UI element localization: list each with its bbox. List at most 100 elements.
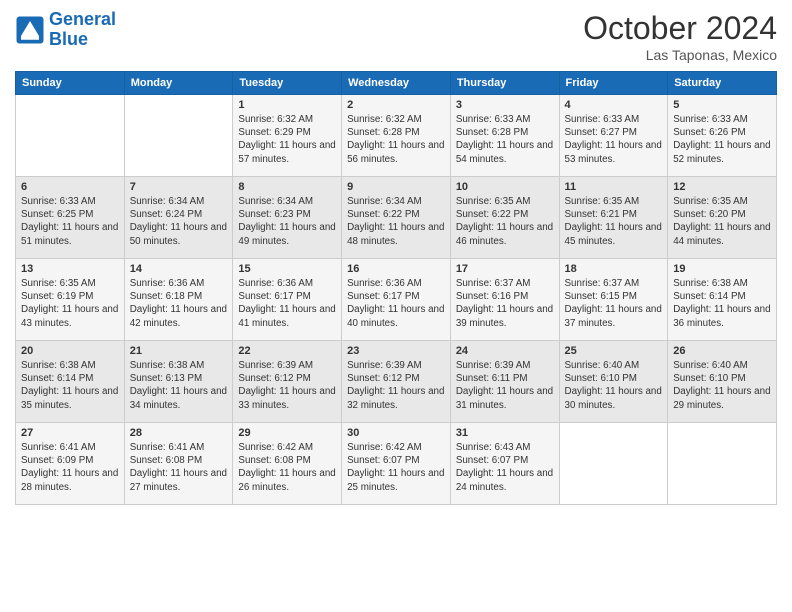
calendar-cell: 3 Sunrise: 6:33 AM Sunset: 6:28 PM Daylig…: [450, 95, 559, 177]
calendar-cell: 1 Sunrise: 6:32 AM Sunset: 6:29 PM Daylig…: [233, 95, 342, 177]
calendar-cell: 30 Sunrise: 6:42 AM Sunset: 6:07 PM Dayli…: [342, 423, 451, 505]
calendar-cell: 22Sunrise: 6:39 AM Sunset: 6:12 PM Dayli…: [233, 341, 342, 423]
calendar-cell: 28 Sunrise: 6:41 AM Sunset: 6:08 PM Dayli…: [124, 423, 233, 505]
month-title: October 2024: [583, 10, 777, 47]
calendar-week-row: 1 Sunrise: 6:32 AM Sunset: 6:29 PM Daylig…: [16, 95, 777, 177]
calendar-cell: 13Sunrise: 6:35 AM Sunset: 6:19 PM Dayli…: [16, 259, 125, 341]
weekday-header-saturday: Saturday: [668, 72, 777, 95]
day-info: Sunrise: 6:34 AM Sunset: 6:23 PM Dayligh…: [238, 195, 336, 248]
logo-general: General: [49, 9, 116, 29]
day-number: 14: [130, 263, 228, 275]
day-info: Sunrise: 6:39 AM Sunset: 6:12 PM Dayligh…: [347, 359, 445, 412]
calendar-cell: 15 Sunrise: 6:36 AM Sunset: 6:17 PM Dayli…: [233, 259, 342, 341]
day-number: 29: [238, 427, 336, 439]
day-info: Sunrise: 6:36 AM Sunset: 6:17 PM Dayligh…: [347, 277, 445, 330]
calendar-cell: [559, 423, 668, 505]
day-info: Sunrise: 6:32 AM Sunset: 6:28 PM Dayligh…: [347, 113, 445, 166]
day-number: 3: [456, 99, 554, 111]
calendar-cell: 2 Sunrise: 6:32 AM Sunset: 6:28 PM Daylig…: [342, 95, 451, 177]
day-number: 28: [130, 427, 228, 439]
day-number: 9: [347, 181, 445, 193]
calendar-cell: 25Sunrise: 6:40 AM Sunset: 6:10 PM Dayli…: [559, 341, 668, 423]
weekday-header-row: SundayMondayTuesdayWednesdayThursdayFrid…: [16, 72, 777, 95]
weekday-header-monday: Monday: [124, 72, 233, 95]
day-number: 25: [565, 345, 663, 357]
day-info: Sunrise: 6:38 AM Sunset: 6:14 PM Dayligh…: [673, 277, 771, 330]
calendar-cell: [668, 423, 777, 505]
day-number: 4: [565, 99, 663, 111]
day-info: Sunrise: 6:37 AM Sunset: 6:16 PM Dayligh…: [456, 277, 554, 330]
day-info: Sunrise: 6:35 AM Sunset: 6:22 PM Dayligh…: [456, 195, 554, 248]
day-info: Sunrise: 6:39 AM Sunset: 6:11 PM Dayligh…: [456, 359, 554, 412]
location-text: Las Taponas, Mexico: [583, 47, 777, 63]
calendar-cell: 14Sunrise: 6:36 AM Sunset: 6:18 PM Dayli…: [124, 259, 233, 341]
day-number: 10: [456, 181, 554, 193]
day-info: Sunrise: 6:35 AM Sunset: 6:21 PM Dayligh…: [565, 195, 663, 248]
weekday-header-thursday: Thursday: [450, 72, 559, 95]
day-number: 2: [347, 99, 445, 111]
calendar-cell: 26 Sunrise: 6:40 AM Sunset: 6:10 PM Dayli…: [668, 341, 777, 423]
calendar-page: General Blue October 2024 Las Taponas, M…: [0, 0, 792, 612]
day-info: Sunrise: 6:40 AM Sunset: 6:10 PM Dayligh…: [673, 359, 771, 412]
day-info: Sunrise: 6:38 AM Sunset: 6:14 PM Dayligh…: [21, 359, 119, 412]
calendar-cell: 21Sunrise: 6:38 AM Sunset: 6:13 PM Dayli…: [124, 341, 233, 423]
calendar-cell: 23Sunrise: 6:39 AM Sunset: 6:12 PM Dayli…: [342, 341, 451, 423]
calendar-cell: [124, 95, 233, 177]
calendar-cell: 18Sunrise: 6:37 AM Sunset: 6:15 PM Dayli…: [559, 259, 668, 341]
weekday-header-sunday: Sunday: [16, 72, 125, 95]
calendar-cell: 19 Sunrise: 6:38 AM Sunset: 6:14 PM Dayli…: [668, 259, 777, 341]
calendar-cell: 31 Sunrise: 6:43 AM Sunset: 6:07 PM Dayli…: [450, 423, 559, 505]
calendar-cell: 7Sunrise: 6:34 AM Sunset: 6:24 PM Daylig…: [124, 177, 233, 259]
calendar-cell: 17Sunrise: 6:37 AM Sunset: 6:16 PM Dayli…: [450, 259, 559, 341]
day-info: Sunrise: 6:41 AM Sunset: 6:08 PM Dayligh…: [130, 441, 228, 494]
calendar-week-row: 27Sunrise: 6:41 AM Sunset: 6:09 PM Dayli…: [16, 423, 777, 505]
page-header: General Blue October 2024 Las Taponas, M…: [15, 10, 777, 63]
day-number: 16: [347, 263, 445, 275]
day-number: 24: [456, 345, 554, 357]
calendar-cell: 16 Sunrise: 6:36 AM Sunset: 6:17 PM Dayli…: [342, 259, 451, 341]
day-number: 11: [565, 181, 663, 193]
calendar-cell: 24 Sunrise: 6:39 AM Sunset: 6:11 PM Dayli…: [450, 341, 559, 423]
calendar-week-row: 6 Sunrise: 6:33 AM Sunset: 6:25 PM Daylig…: [16, 177, 777, 259]
day-number: 1: [238, 99, 336, 111]
calendar-cell: 4Sunrise: 6:33 AM Sunset: 6:27 PM Daylig…: [559, 95, 668, 177]
calendar-table: SundayMondayTuesdayWednesdayThursdayFrid…: [15, 71, 777, 505]
day-number: 31: [456, 427, 554, 439]
day-info: Sunrise: 6:42 AM Sunset: 6:08 PM Dayligh…: [238, 441, 336, 494]
day-number: 15: [238, 263, 336, 275]
day-info: Sunrise: 6:39 AM Sunset: 6:12 PM Dayligh…: [238, 359, 336, 412]
day-number: 6: [21, 181, 119, 193]
day-number: 26: [673, 345, 771, 357]
day-number: 21: [130, 345, 228, 357]
calendar-cell: 9 Sunrise: 6:34 AM Sunset: 6:22 PM Daylig…: [342, 177, 451, 259]
weekday-header-friday: Friday: [559, 72, 668, 95]
day-info: Sunrise: 6:33 AM Sunset: 6:28 PM Dayligh…: [456, 113, 554, 166]
weekday-header-wednesday: Wednesday: [342, 72, 451, 95]
calendar-cell: [16, 95, 125, 177]
day-info: Sunrise: 6:36 AM Sunset: 6:17 PM Dayligh…: [238, 277, 336, 330]
calendar-cell: 29 Sunrise: 6:42 AM Sunset: 6:08 PM Dayli…: [233, 423, 342, 505]
calendar-cell: 8Sunrise: 6:34 AM Sunset: 6:23 PM Daylig…: [233, 177, 342, 259]
day-number: 20: [21, 345, 119, 357]
calendar-body: 1 Sunrise: 6:32 AM Sunset: 6:29 PM Daylig…: [16, 95, 777, 505]
calendar-cell: 6 Sunrise: 6:33 AM Sunset: 6:25 PM Daylig…: [16, 177, 125, 259]
day-info: Sunrise: 6:32 AM Sunset: 6:29 PM Dayligh…: [238, 113, 336, 166]
logo-icon: [15, 15, 45, 45]
day-number: 12: [673, 181, 771, 193]
title-block: October 2024 Las Taponas, Mexico: [583, 10, 777, 63]
day-info: Sunrise: 6:34 AM Sunset: 6:22 PM Dayligh…: [347, 195, 445, 248]
calendar-cell: 10 Sunrise: 6:35 AM Sunset: 6:22 PM Dayli…: [450, 177, 559, 259]
day-info: Sunrise: 6:35 AM Sunset: 6:20 PM Dayligh…: [673, 195, 771, 248]
day-info: Sunrise: 6:33 AM Sunset: 6:25 PM Dayligh…: [21, 195, 119, 248]
day-info: Sunrise: 6:37 AM Sunset: 6:15 PM Dayligh…: [565, 277, 663, 330]
day-number: 30: [347, 427, 445, 439]
day-info: Sunrise: 6:42 AM Sunset: 6:07 PM Dayligh…: [347, 441, 445, 494]
day-info: Sunrise: 6:43 AM Sunset: 6:07 PM Dayligh…: [456, 441, 554, 494]
day-number: 13: [21, 263, 119, 275]
day-number: 27: [21, 427, 119, 439]
calendar-cell: 27Sunrise: 6:41 AM Sunset: 6:09 PM Dayli…: [16, 423, 125, 505]
day-number: 5: [673, 99, 771, 111]
day-info: Sunrise: 6:33 AM Sunset: 6:26 PM Dayligh…: [673, 113, 771, 166]
weekday-header-tuesday: Tuesday: [233, 72, 342, 95]
day-number: 19: [673, 263, 771, 275]
